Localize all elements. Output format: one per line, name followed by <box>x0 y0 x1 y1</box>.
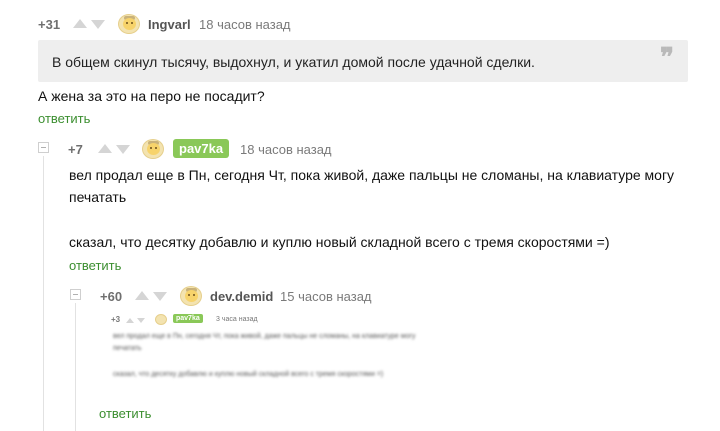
reply-link[interactable]: ответить <box>38 111 90 126</box>
embedded-text-line: печатать <box>113 345 142 352</box>
comment-rating: +7 <box>68 142 83 157</box>
comment-username[interactable]: dev.demid <box>210 289 273 304</box>
comment-rating: +31 <box>38 17 61 32</box>
upvote-icon[interactable] <box>135 291 149 300</box>
author-badge[interactable]: pav7ka <box>173 139 230 158</box>
quote-block: В общем скинул тысячу, выдохнул, и укати… <box>38 40 688 82</box>
comment-text-line: печатать <box>69 189 127 205</box>
embedded-avatar <box>155 314 167 325</box>
upvote-icon[interactable] <box>98 144 112 153</box>
comment-username[interactable]: Ingvarl <box>148 17 191 32</box>
avatar[interactable] <box>180 286 202 306</box>
downvote-icon[interactable] <box>91 20 105 29</box>
embedded-upvote-icon <box>126 318 134 323</box>
comment-rating: +60 <box>100 289 123 304</box>
embedded-text-line: вел продал еще в Пн, сегодня Чт, пока жи… <box>113 333 416 340</box>
collapse-toggle-icon[interactable] <box>70 289 81 300</box>
comment-time[interactable]: 18 часов назад <box>240 142 332 157</box>
comment-text-line: вел продал еще в Пн, сегодня Чт, пока жи… <box>69 167 675 183</box>
embedded-downvote-icon <box>137 318 145 323</box>
embedded-text-line: сказал, что десятку добавлю и куплю новы… <box>113 371 384 378</box>
embedded-rating: +3 <box>111 315 121 324</box>
comment-text-line: сказал, что десятку добавлю и куплю новы… <box>69 234 610 250</box>
downvote-icon[interactable] <box>153 292 167 301</box>
embedded-time: 3 часа назад <box>216 316 258 323</box>
embedded-author-badge: pav7ka <box>173 314 203 323</box>
upvote-icon[interactable] <box>73 19 87 28</box>
comment-time[interactable]: 18 часов назад <box>199 17 291 32</box>
avatar[interactable] <box>118 14 140 34</box>
collapse-toggle-icon[interactable] <box>38 142 49 153</box>
downvote-icon[interactable] <box>116 145 130 154</box>
reply-link[interactable]: ответить <box>69 258 121 273</box>
thread-line[interactable] <box>75 303 76 431</box>
comment-text: А жена за это на перо не посадит? <box>38 88 265 104</box>
reply-link[interactable]: ответить <box>99 406 151 421</box>
quote-icon: ❞ <box>660 43 674 73</box>
thread-line[interactable] <box>43 156 44 431</box>
avatar[interactable] <box>142 139 164 159</box>
comment-time[interactable]: 15 часов назад <box>280 289 372 304</box>
quote-text: В общем скинул тысячу, выдохнул, и укати… <box>52 54 535 70</box>
